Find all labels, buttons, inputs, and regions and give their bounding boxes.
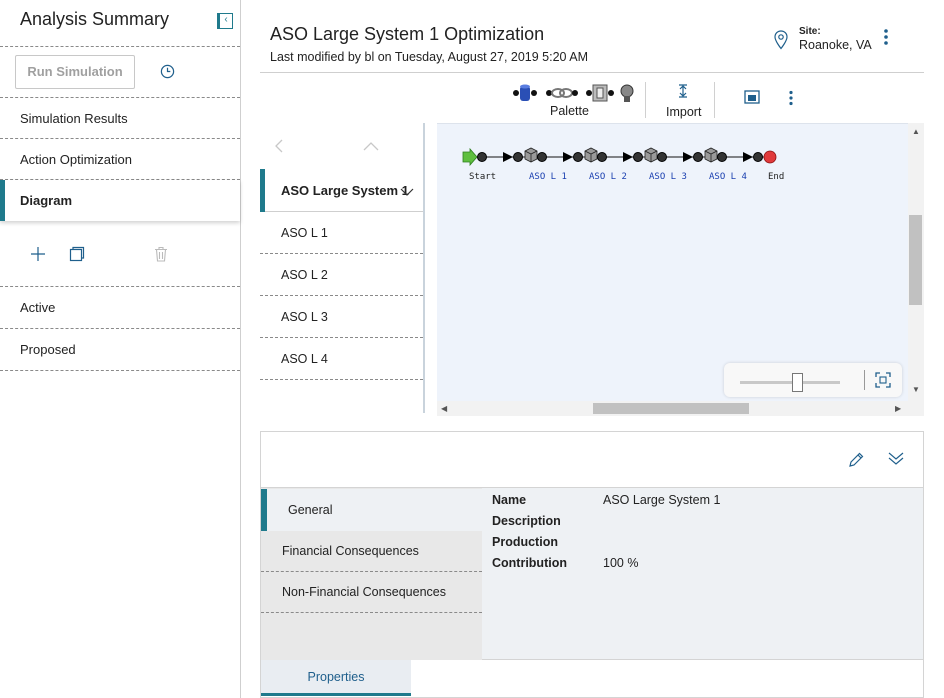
tree-item[interactable]: ASO L 3	[260, 296, 423, 338]
nav-active[interactable]: Active	[20, 300, 55, 315]
start-node[interactable]	[462, 147, 478, 167]
last-modified-text: Last modified by bl on Tuesday, August 2…	[270, 50, 589, 64]
details-tab-list: General Financial Consequences Non-Finan…	[261, 488, 482, 660]
zoom-slider-track[interactable]	[740, 381, 840, 384]
zoom-separator	[864, 370, 865, 390]
horizontal-scroll-thumb[interactable]	[593, 403, 749, 414]
node-label: ASO L 4	[709, 172, 747, 182]
copy-icon[interactable]	[69, 246, 85, 262]
asset-node-3[interactable]	[623, 147, 667, 163]
import-label[interactable]: Import	[666, 105, 701, 119]
nav-diagram-label: Diagram	[20, 193, 73, 208]
horizontal-scrollbar[interactable]: ◀ ▶	[437, 401, 908, 416]
zoom-slider-handle[interactable]	[792, 373, 803, 392]
property-name: Name	[492, 493, 527, 507]
tab-label: Financial Consequences	[282, 544, 419, 558]
active-indicator	[261, 489, 267, 531]
system-tree: ASO Large System 1 ASO L 1 ASO L 2 ASO L…	[260, 123, 425, 413]
page-title: ASO Large System 1 Optimization	[270, 24, 545, 44]
bottom-tab-bar: Properties	[260, 660, 924, 698]
node-label: ASO L 1	[529, 172, 567, 182]
property-value: ASO Large System 1	[603, 493, 721, 507]
tab-non-financial-consequences[interactable]: Non-Financial Consequences	[261, 572, 482, 613]
tab-general-label: General	[288, 503, 333, 517]
nav-proposed[interactable]: Proposed	[20, 342, 76, 357]
asset-node-4[interactable]	[683, 147, 727, 163]
divider	[0, 138, 240, 139]
divider	[0, 370, 240, 371]
scroll-up-icon[interactable]: ▲	[912, 127, 920, 136]
end-node[interactable]	[763, 150, 777, 164]
toolbar-separator	[714, 82, 715, 118]
tree-item-label: ASO L 1	[281, 226, 328, 240]
divider	[0, 286, 240, 287]
nav-action-optimization[interactable]: Action Optimization	[20, 152, 132, 167]
nav-diagram[interactable]: Diagram	[0, 180, 240, 221]
fit-to-screen-icon[interactable]	[875, 372, 891, 388]
double-chevron-down-icon[interactable]	[888, 450, 904, 466]
node-label-end: End	[768, 172, 785, 182]
node-label: ASO L 2	[589, 172, 627, 182]
edit-pencil-icon[interactable]	[848, 452, 864, 468]
scroll-down-icon[interactable]: ▼	[912, 385, 920, 394]
tab-properties-label: Properties	[307, 670, 365, 684]
tree-root-item[interactable]: ASO Large System 1	[260, 169, 423, 212]
details-header	[260, 431, 924, 488]
tree-item-label: ASO L 3	[281, 310, 328, 324]
palette-icon[interactable]	[512, 82, 638, 104]
location-pin-icon	[774, 30, 788, 50]
tab-label: Non-Financial Consequences	[282, 585, 446, 599]
vertical-scroll-thumb[interactable]	[909, 215, 922, 305]
toolbar-more-icon[interactable]	[786, 90, 796, 106]
site-label: Site:	[799, 26, 821, 37]
window-layout-icon[interactable]	[744, 90, 760, 104]
divider	[0, 97, 240, 98]
header-divider	[260, 72, 924, 73]
tree-item-label: ASO L 4	[281, 352, 328, 366]
tab-general[interactable]: General	[261, 489, 482, 531]
tab-financial-consequences[interactable]: Financial Consequences	[261, 531, 482, 572]
collapse-panel-button[interactable]: ‹	[217, 13, 233, 29]
import-icon[interactable]	[676, 84, 690, 98]
scrollbar-corner	[908, 401, 924, 416]
tree-item[interactable]: ASO L 1	[260, 212, 423, 254]
add-icon[interactable]	[30, 246, 46, 262]
diagram-canvas[interactable]: Start ASO L 1 ASO L 2 ASO L 3 ASO L 4 En…	[437, 123, 908, 401]
property-name: Description	[492, 514, 561, 528]
active-indicator	[260, 169, 265, 212]
property-name: Production	[492, 535, 558, 549]
asset-node-1[interactable]	[503, 147, 547, 163]
palette-label[interactable]: Palette	[550, 104, 589, 118]
analysis-summary-panel: Analysis Summary ‹ Run Simulation Simula…	[0, 0, 241, 698]
toolbar-separator	[645, 82, 646, 118]
details-panel: General Financial Consequences Non-Finan…	[260, 488, 924, 660]
divider	[0, 46, 240, 47]
tree-item[interactable]: ASO L 2	[260, 254, 423, 296]
tree-item-label: ASO L 2	[281, 268, 328, 282]
run-simulation-button[interactable]: Run Simulation	[15, 55, 135, 89]
scroll-left-icon[interactable]: ◀	[441, 404, 447, 413]
tree-item[interactable]: ASO L 4	[260, 338, 423, 380]
vertical-scrollbar[interactable]: ▲ ▼	[908, 123, 924, 401]
chevron-down-icon[interactable]	[400, 187, 414, 197]
site-value: Roanoke, VA	[799, 38, 872, 52]
active-indicator	[0, 180, 5, 221]
divider	[0, 328, 240, 329]
scroll-right-icon[interactable]: ▶	[895, 404, 901, 413]
property-value: 100 %	[603, 556, 639, 570]
zoom-control	[724, 363, 902, 397]
panel-title: Analysis Summary	[20, 9, 170, 29]
more-options-icon[interactable]	[880, 28, 892, 46]
property-name: Contribution	[492, 556, 567, 570]
tree-root-label: ASO Large System 1	[281, 183, 409, 198]
nav-simulation-results[interactable]: Simulation Results	[20, 111, 128, 126]
tab-properties[interactable]: Properties	[261, 660, 411, 696]
delete-icon[interactable]	[153, 246, 169, 262]
back-chevron-icon[interactable]	[273, 138, 285, 154]
node-label-start: Start	[469, 172, 497, 182]
node-label: ASO L 3	[649, 172, 687, 182]
up-chevron-icon[interactable]	[362, 140, 380, 152]
history-icon[interactable]	[160, 64, 175, 79]
asset-node-2[interactable]	[563, 147, 607, 163]
